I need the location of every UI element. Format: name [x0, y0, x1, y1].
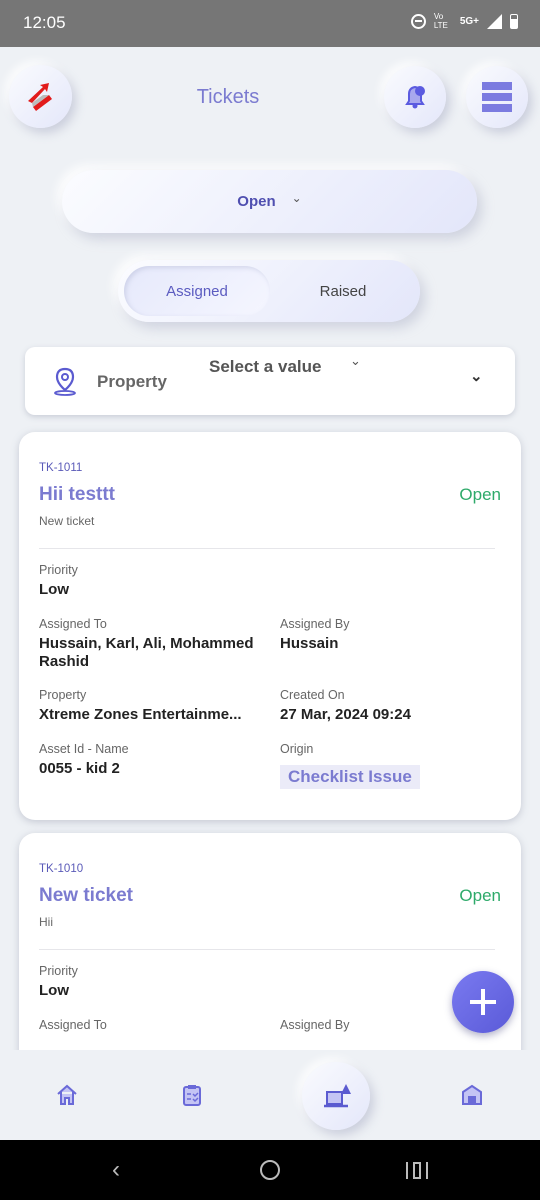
property-select[interactable]: Select a value — [209, 357, 321, 377]
tab-raised-label: Raised — [319, 282, 367, 300]
asset-label: Asset Id - Name — [39, 742, 129, 756]
tickets-nav-button[interactable] — [302, 1062, 370, 1130]
tab-assigned-label: Assigned — [166, 282, 228, 300]
status-badge: Open — [459, 485, 501, 504]
notifications-button[interactable] — [384, 66, 446, 128]
created-on-value: 27 Mar, 2024 09:24 — [280, 706, 411, 723]
origin-chip: Checklist Issue — [280, 765, 420, 789]
ticket-description: Hii — [39, 915, 53, 929]
assigned-to-label: Assigned To — [39, 1018, 107, 1032]
tab-assigned[interactable]: Assigned — [124, 266, 270, 316]
home-icon[interactable] — [55, 1083, 79, 1107]
bell-icon — [405, 85, 425, 109]
assigned-to-label: Assigned To — [39, 617, 107, 631]
menu-icon — [482, 82, 512, 112]
ticket-title: Hii testtt — [39, 484, 115, 505]
assignment-toggle: Assigned Raised — [118, 260, 420, 322]
signal-icon — [487, 13, 502, 29]
status-badge: Open — [459, 886, 501, 905]
home-button[interactable] — [260, 1160, 280, 1180]
add-ticket-button[interactable] — [452, 971, 514, 1033]
location-pin-icon — [54, 367, 76, 396]
status-dropdown[interactable]: Open ⌄ — [62, 170, 477, 233]
property-value: Xtreme Zones Entertainme... — [39, 706, 242, 723]
plus-icon — [470, 989, 496, 1015]
back-button[interactable]: ‹ — [112, 1156, 120, 1184]
divider — [39, 548, 495, 549]
menu-button[interactable] — [466, 66, 528, 128]
property-label: Property — [97, 372, 167, 391]
assigned-to-value: Hussain, Karl, Ali, Mohammed Rashid — [39, 635, 254, 670]
ticket-title: New ticket — [39, 885, 133, 906]
status-icons: Vo LTE 5G+ — [410, 12, 518, 30]
status-bar: 12:05 Vo LTE 5G+ — [0, 0, 540, 47]
priority-label: Priority — [39, 563, 78, 577]
asset-value: 0055 - kid 2 — [39, 760, 120, 777]
bottom-nav — [0, 1050, 540, 1140]
dnd-icon — [410, 13, 426, 29]
priority-value: Low — [39, 982, 69, 999]
priority-label: Priority — [39, 964, 78, 978]
tickets-icon — [324, 1084, 351, 1108]
chevron-down-icon: ⌄ — [350, 353, 361, 368]
priority-value: Low — [39, 581, 69, 598]
checklist-icon[interactable] — [180, 1083, 204, 1107]
battery-icon — [510, 13, 518, 29]
origin-label: Origin — [280, 742, 314, 756]
assigned-by-label: Assigned By — [280, 1018, 350, 1032]
created-on-label: Created On — [280, 688, 345, 702]
property-label: Property — [39, 688, 87, 702]
chevron-down-icon[interactable]: ⌄ — [470, 367, 483, 385]
assigned-by-label: Assigned By — [280, 617, 350, 631]
recents-button[interactable] — [406, 1162, 428, 1179]
status-dropdown-value: Open — [237, 193, 276, 210]
ticket-description: New ticket — [39, 514, 95, 528]
volte-icon: Vo LTE — [433, 12, 448, 30]
ticket-id: TK-1011 — [39, 462, 83, 474]
divider — [39, 949, 495, 950]
ticket-card[interactable]: TK-1011 Hii testtt Open New ticket Prior… — [19, 432, 521, 820]
clock: 12:05 — [23, 13, 66, 32]
network-label: 5G+ — [459, 15, 479, 27]
system-nav-bar: ‹ — [0, 1140, 540, 1200]
property-filter[interactable]: Property Select a value ⌄ ⌄ — [25, 347, 515, 415]
chevron-down-icon: ⌄ — [291, 190, 302, 205]
tab-raised[interactable]: Raised — [270, 266, 416, 316]
assigned-by-value: Hussain — [280, 635, 339, 652]
property-icon[interactable] — [460, 1083, 484, 1107]
ticket-id: TK-1010 — [39, 863, 84, 875]
